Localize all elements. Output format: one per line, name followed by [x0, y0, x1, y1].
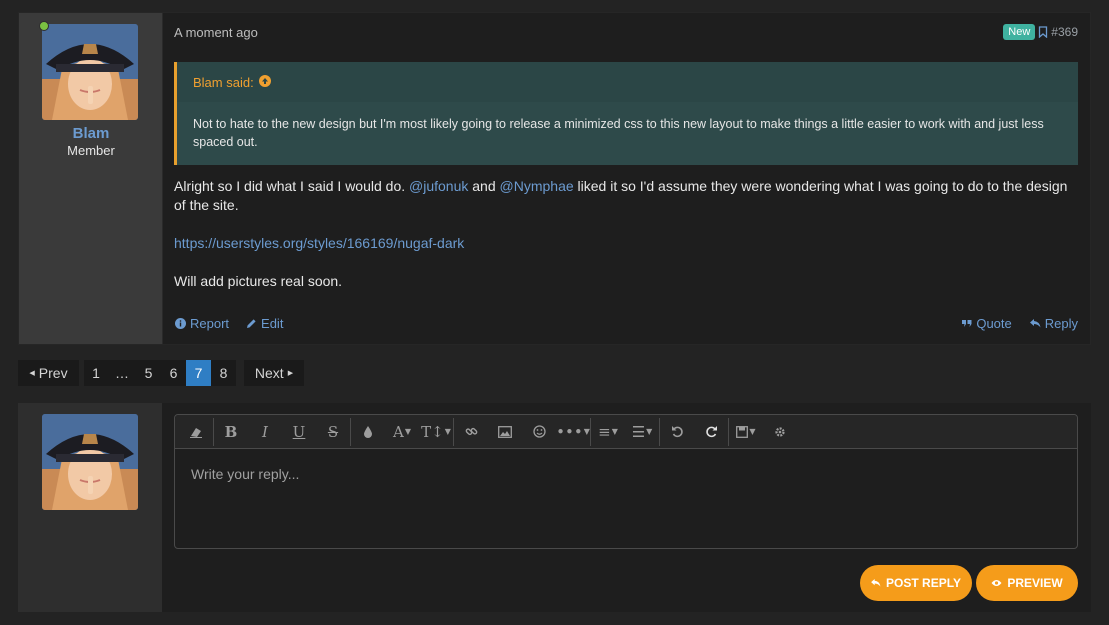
more-options-icon[interactable]: ••• ▼ [556, 415, 590, 449]
username[interactable]: Blam [19, 125, 163, 142]
post-reply-label: POST REPLY [886, 576, 961, 590]
reply-label: Reply [1044, 316, 1078, 331]
post-reply-button[interactable]: POST REPLY [860, 565, 972, 601]
save-draft-icon[interactable]: ▼ [729, 415, 763, 449]
clear-formatting-icon[interactable] [179, 415, 213, 449]
bookmark-icon[interactable] [1038, 26, 1048, 39]
smiley-icon[interactable] [522, 415, 556, 449]
quote-header[interactable]: Blam said: [177, 62, 1078, 102]
font-size-icon[interactable]: T↕ ▼ [419, 415, 453, 449]
post-paragraph: Alright so I did what I said I would do.… [174, 177, 1078, 215]
edit-label: Edit [261, 316, 284, 331]
page-1[interactable]: 1 [84, 360, 108, 386]
eye-icon [991, 576, 1002, 590]
text-color-icon[interactable] [351, 415, 385, 449]
post-body: Alright so I did what I said I would do.… [174, 177, 1078, 310]
post-date[interactable]: A moment ago [174, 25, 258, 40]
user-mention[interactable]: @Nymphae [500, 178, 574, 194]
arrow-up-circle-icon[interactable] [258, 74, 271, 90]
post: Blam Member A moment ago New #369 Blam s… [18, 12, 1091, 345]
link-icon[interactable] [454, 415, 488, 449]
post-paragraph: https://userstyles.org/styles/166169/nug… [174, 234, 1078, 253]
preview-button[interactable]: PREVIEW [976, 565, 1078, 601]
preview-label: PREVIEW [1007, 576, 1063, 590]
undo-icon[interactable] [660, 415, 694, 449]
user-mention[interactable]: @jufonuk [409, 178, 468, 194]
editor-toolbar: B I U S A ▼ T↕ ▼ ••• ▼ ≡ ▼ ☰ ▼ ▼ [175, 415, 1077, 449]
new-badge: New [1003, 24, 1036, 40]
post-paragraph: Will add pictures real soon. [174, 273, 343, 289]
reply-editor: B I U S A ▼ T↕ ▼ ••• ▼ ≡ ▼ ☰ ▼ ▼ Write your r… [174, 414, 1078, 549]
page-5[interactable]: 5 [136, 360, 161, 386]
reply-arrow-icon [871, 576, 881, 590]
pencil-icon [246, 318, 257, 329]
report-button[interactable]: Report [175, 316, 229, 331]
quote-icon [962, 319, 972, 328]
quote-block: Blam said: Not to hate to the new design… [174, 62, 1078, 165]
caret-right-icon: ▶ [287, 370, 294, 377]
next-label: Next [254, 365, 284, 381]
gear-icon[interactable] [763, 415, 797, 449]
font-family-icon[interactable]: A ▼ [385, 415, 419, 449]
page-ellipsis[interactable]: … [108, 360, 136, 386]
edit-button[interactable]: Edit [246, 316, 283, 331]
reply-avatar [42, 414, 138, 510]
list-icon[interactable]: ☰ ▼ [625, 415, 659, 449]
post-actions-left: Report Edit [175, 316, 283, 331]
post-actions-right: Quote Reply [962, 316, 1078, 331]
post-text: and [468, 178, 500, 194]
page-numbers: 1 … 5 6 7 8 [84, 360, 236, 386]
post-content: A moment ago New #369 Blam said: Not to … [174, 13, 1078, 344]
post-number[interactable]: #369 [1051, 25, 1078, 39]
report-label: Report [190, 316, 230, 331]
redo-icon[interactable] [694, 415, 728, 449]
user-info-panel: Blam Member [19, 13, 163, 344]
italic-icon[interactable]: I [248, 415, 282, 449]
next-page-button[interactable]: Next ▶ [244, 360, 304, 386]
online-status-indicator [39, 21, 49, 31]
image-icon[interactable] [488, 415, 522, 449]
post-meta: New #369 [1003, 24, 1078, 40]
page-7-current[interactable]: 7 [186, 360, 211, 386]
avatar[interactable] [42, 24, 138, 120]
userstyles-link[interactable]: https://userstyles.org/styles/166169/nug… [174, 235, 464, 251]
bold-icon[interactable]: B [214, 415, 248, 449]
page-6[interactable]: 6 [161, 360, 186, 386]
quote-text: Not to hate to the new design but I'm mo… [193, 117, 1044, 149]
quote-author[interactable]: Blam said: [193, 75, 254, 90]
post-text: Alright so I did what I said I would do. [174, 178, 410, 194]
pagination: ◀ Prev 1 … 5 6 7 8 Next ▶ [18, 360, 304, 386]
quote-label: Quote [976, 316, 1012, 331]
prev-page-button[interactable]: ◀ Prev [18, 360, 79, 386]
user-title: Member [67, 143, 115, 158]
underline-icon[interactable]: U [282, 415, 316, 449]
caret-left-icon: ◀ [29, 370, 35, 377]
strikethrough-icon[interactable]: S [316, 415, 350, 449]
reply-arrow-icon [1029, 319, 1041, 328]
quick-reply: B I U S A ▼ T↕ ▼ ••• ▼ ≡ ▼ ☰ ▼ ▼ Write your r… [18, 403, 1091, 612]
quote-button[interactable]: Quote [962, 316, 1012, 331]
reply-textarea[interactable]: Write your reply... [175, 449, 1077, 499]
reply-button[interactable]: Reply [1029, 316, 1078, 331]
page-8[interactable]: 8 [211, 360, 236, 386]
reply-user-panel [18, 403, 162, 612]
align-icon[interactable]: ≡ ▼ [591, 415, 625, 449]
info-circle-icon [175, 318, 186, 329]
prev-label: Prev [38, 365, 68, 381]
